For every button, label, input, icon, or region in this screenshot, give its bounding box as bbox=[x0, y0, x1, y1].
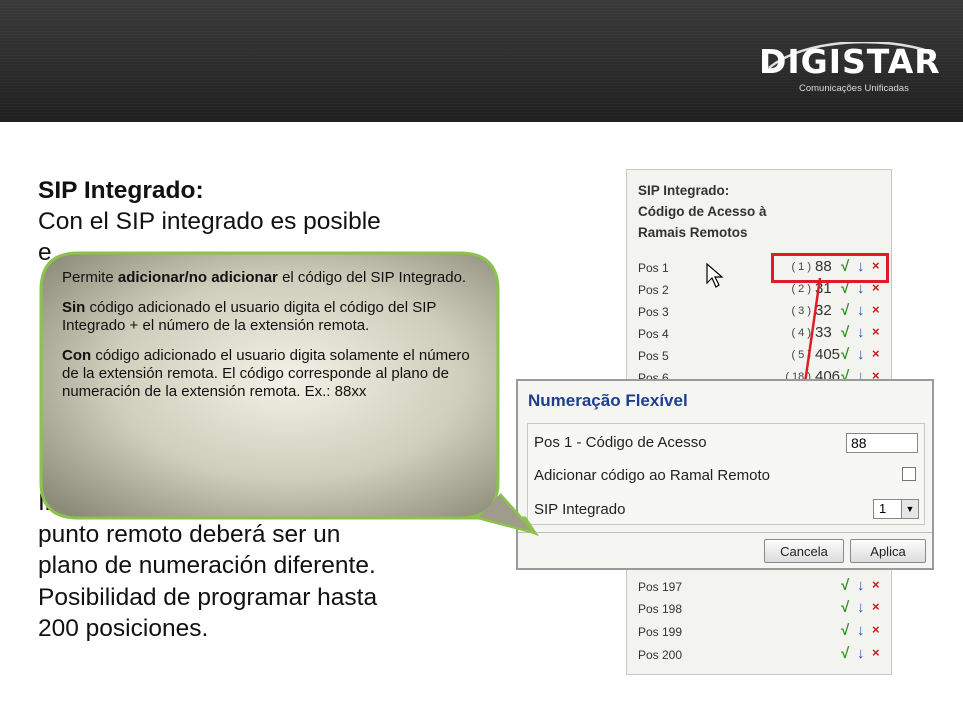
pos-label: Pos 197 bbox=[638, 580, 683, 594]
delete-icon[interactable]: × bbox=[872, 346, 880, 361]
slide-bottom-line: Posibilidad de programar hasta bbox=[38, 583, 378, 611]
arrow-down-icon[interactable]: ↓ bbox=[857, 599, 865, 616]
logo-swoosh-icon bbox=[768, 42, 932, 69]
arrow-down-icon[interactable]: ↓ bbox=[857, 577, 865, 594]
callout-paragraph: Permite adicionar/no adicionar el código… bbox=[62, 269, 482, 287]
delete-icon[interactable]: × bbox=[872, 302, 880, 317]
add-code-label: Adicionar código ao Ramal Remoto bbox=[534, 467, 770, 484]
mouse-cursor-icon bbox=[706, 263, 724, 288]
sip-panel-title: SIP Integrado: Código de Acesso à Ramais… bbox=[638, 180, 878, 243]
sip-title-line: SIP Integrado: bbox=[638, 183, 730, 198]
list-item[interactable]: Pos 199 √ ↓ × bbox=[627, 621, 893, 643]
pos-label: Pos 2 bbox=[638, 283, 669, 297]
pos-label: Pos 4 bbox=[638, 327, 669, 341]
slide-bottom-line: 200 posiciones. bbox=[38, 615, 209, 642]
callout-p1-post: el código del SIP Integrado. bbox=[277, 269, 467, 286]
list-item[interactable]: Pos 3 ( 3 ) 32 √ ↓ × bbox=[627, 301, 893, 323]
sip-title-line: Código de Acesso à bbox=[638, 204, 767, 219]
callout-text: Permite adicionar/no adicionar el código… bbox=[62, 269, 482, 413]
check-icon[interactable]: √ bbox=[841, 622, 849, 639]
check-icon[interactable]: √ bbox=[841, 599, 849, 616]
callout-p3-bold: Con bbox=[62, 347, 92, 364]
arrow-down-icon[interactable]: ↓ bbox=[857, 622, 865, 639]
chevron-down-icon[interactable]: ▼ bbox=[901, 500, 918, 518]
callout-p1-pre: Permite bbox=[62, 269, 118, 286]
delete-icon[interactable]: × bbox=[872, 645, 880, 660]
dialog-fields: Pos 1 - Código de Acesso Adicionar códig… bbox=[527, 423, 925, 525]
pos-label: Pos 198 bbox=[638, 602, 683, 616]
access-code-label: Pos 1 - Código de Acesso bbox=[534, 434, 707, 451]
pos-label: Pos 1 bbox=[638, 261, 669, 275]
logo-wordmark: DIGISTAR bbox=[759, 42, 941, 81]
apply-button[interactable]: Aplica bbox=[850, 539, 926, 563]
dialog-divider bbox=[518, 532, 932, 533]
sip-integrado-select[interactable]: 1 ▼ bbox=[873, 499, 919, 519]
callout-bubble: Permite adicionar/no adicionar el código… bbox=[38, 250, 540, 537]
delete-icon[interactable]: × bbox=[872, 599, 880, 614]
list-item[interactable]: Pos 200 √ ↓ × bbox=[627, 644, 893, 666]
pos-label: Pos 5 bbox=[638, 349, 669, 363]
callout-paragraph: Con código adicionado el usuario digita … bbox=[62, 347, 482, 401]
pos-label: Pos 199 bbox=[638, 625, 683, 639]
delete-icon[interactable]: × bbox=[872, 622, 880, 637]
sip-title-line: Ramais Remotos bbox=[638, 225, 748, 240]
slide-title: SIP Integrado: bbox=[38, 177, 204, 204]
pos-label: Pos 3 bbox=[638, 305, 669, 319]
cancel-button[interactable]: Cancela bbox=[764, 539, 844, 563]
list-item[interactable]: Pos 4 ( 4 ) 33 √ ↓ × bbox=[627, 323, 893, 345]
arrow-down-icon[interactable]: ↓ bbox=[857, 645, 865, 662]
check-icon[interactable]: √ bbox=[841, 645, 849, 662]
pos-label: Pos 200 bbox=[638, 648, 683, 662]
slide-bottom-line: plano de numeración diferente. bbox=[38, 552, 376, 579]
access-code-input[interactable] bbox=[846, 433, 918, 453]
list-item[interactable]: Pos 5 ( 5 ) 405 √ ↓ × bbox=[627, 345, 893, 367]
list-item[interactable]: Pos 198 √ ↓ × bbox=[627, 598, 893, 620]
arrow-down-icon[interactable]: ↓ bbox=[857, 324, 865, 341]
delete-icon[interactable]: × bbox=[872, 577, 880, 592]
callout-p2-bold: Sin bbox=[62, 299, 86, 316]
arrow-down-icon[interactable]: ↓ bbox=[857, 346, 865, 363]
list-item[interactable]: Pos 197 √ ↓ × bbox=[627, 576, 893, 598]
callout-p3-post: código adicionado el usuario digita sola… bbox=[62, 347, 470, 400]
callout-p2-post: código adicionado el usuario digita el c… bbox=[62, 299, 437, 334]
add-code-checkbox[interactable] bbox=[902, 467, 916, 481]
arrow-down-icon[interactable]: ↓ bbox=[857, 302, 865, 319]
digistar-logo: DIGISTAR Comunicações Unificadas bbox=[759, 36, 941, 100]
delete-icon[interactable]: × bbox=[872, 324, 880, 339]
callout-paragraph: Sin código adicionado el usuario digita … bbox=[62, 299, 482, 335]
logo-tagline: Comunicações Unificadas bbox=[799, 83, 909, 94]
sip-integrado-value: 1 bbox=[879, 501, 887, 516]
check-icon[interactable]: √ bbox=[841, 577, 849, 594]
numeracao-flexivel-dialog: Numeração Flexível Pos 1 - Código de Ace… bbox=[516, 379, 934, 570]
callout-p1-bold: adicionar/no adicionar bbox=[117, 269, 278, 286]
slide-intro-line1: Con el SIP integrado es posible bbox=[38, 208, 381, 235]
header-banner: DIGISTAR Comunicações Unificadas bbox=[0, 0, 963, 122]
